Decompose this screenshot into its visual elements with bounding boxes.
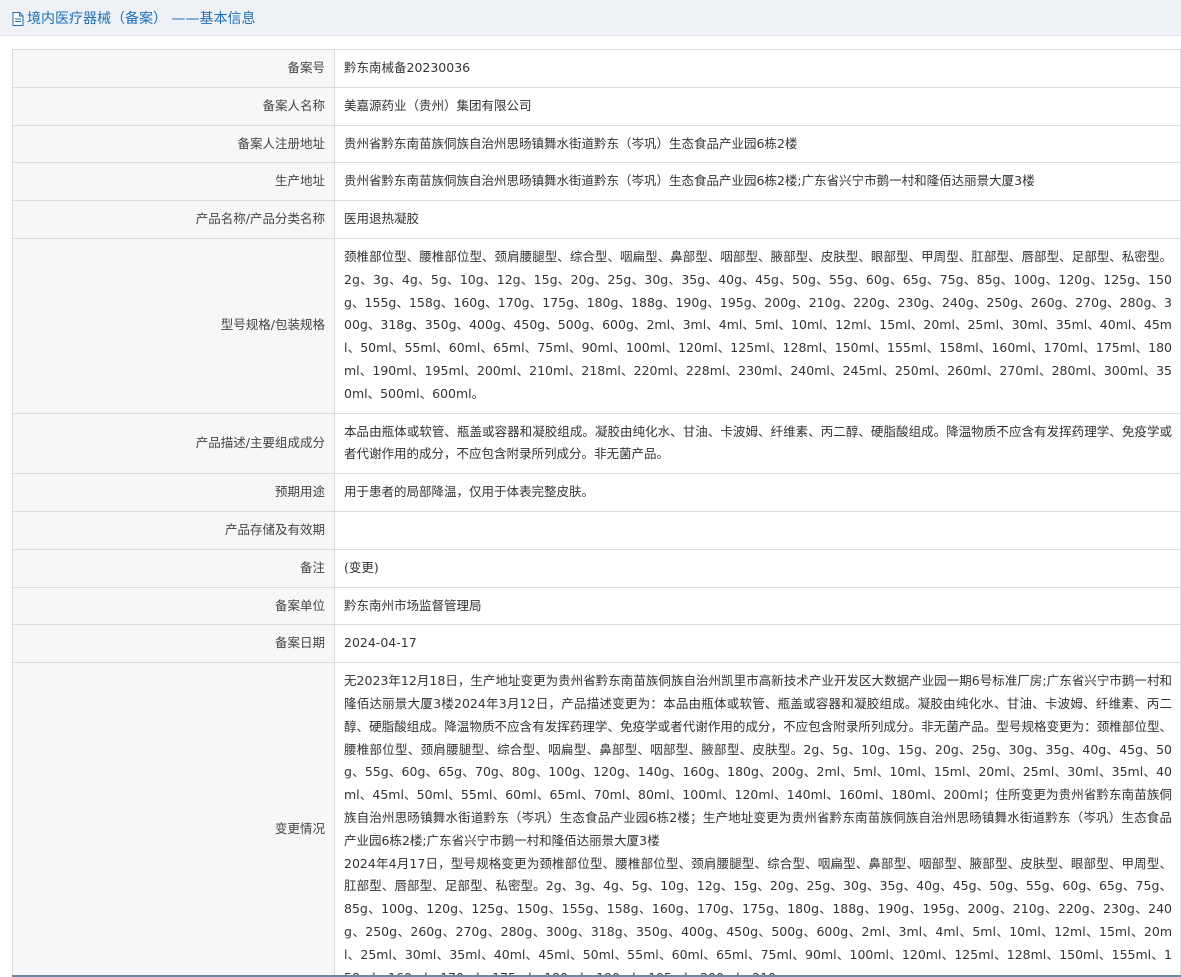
info-table: 备案号 黔东南械备20230036 备案人名称 美嘉源药业（贵州）集团有限公司 … <box>12 49 1181 977</box>
table-row: 备案单位 黔东南州市场监督管理局 <box>12 586 1181 626</box>
row-label: 型号规格/包装规格 <box>12 237 335 414</box>
row-value: 黔东南州市场监督管理局 <box>334 586 1181 626</box>
row-label: 产品存储及有效期 <box>12 510 335 550</box>
row-value: 本品由瓶体或软管、瓶盖或容器和凝胶组成。凝胶由纯化水、甘油、卡波姆、纤维素、丙二… <box>334 412 1181 475</box>
table-row: 产品描述/主要组成成分 本品由瓶体或软管、瓶盖或容器和凝胶组成。凝胶由纯化水、甘… <box>12 412 1181 475</box>
row-label: 产品描述/主要组成成分 <box>12 412 335 475</box>
row-label: 备案人注册地址 <box>12 124 335 164</box>
table-row: 备注 (变更) <box>12 548 1181 588</box>
table-row: 变更情况 无2023年12月18日，生产地址变更为贵州省黔东南苗族侗族自治州凯里… <box>12 662 1181 977</box>
info-panel[interactable]: 备案号 黔东南械备20230036 备案人名称 美嘉源药业（贵州）集团有限公司 … <box>12 49 1181 977</box>
table-row: 产品名称/产品分类名称 医用退热凝胶 <box>12 200 1181 239</box>
page-header: 境内医疗器械（备案） ——基本信息 <box>0 0 1181 36</box>
row-label: 预期用途 <box>12 473 335 512</box>
table-row: 生产地址 贵州省黔东南苗族侗族自治州思旸镇舞水街道黔东（岑巩）生态食品产业园6栋… <box>12 162 1181 202</box>
document-icon <box>12 11 24 26</box>
row-value: 贵州省黔东南苗族侗族自治州思旸镇舞水街道黔东（岑巩）生态食品产业园6栋2楼;广东… <box>334 162 1181 202</box>
changes-value: 无2023年12月18日，生产地址变更为贵州省黔东南苗族侗族自治州凯里市高新技术… <box>334 662 1181 977</box>
table-row: 备案人注册地址 贵州省黔东南苗族侗族自治州思旸镇舞水街道黔东（岑巩）生态食品产业… <box>12 124 1181 164</box>
row-value: 医用退热凝胶 <box>334 200 1181 239</box>
row-label: 产品名称/产品分类名称 <box>12 200 335 239</box>
row-label: 备案日期 <box>12 624 335 664</box>
row-label: 生产地址 <box>12 162 335 202</box>
table-row: 产品存储及有效期 <box>12 510 1181 550</box>
row-value: 美嘉源药业（贵州）集团有限公司 <box>334 86 1181 126</box>
row-label: 备注 <box>12 548 335 588</box>
change-entry: 无2023年12月18日，生产地址变更为贵州省黔东南苗族侗族自治州凯里市高新技术… <box>344 673 1172 848</box>
row-value: 黔东南械备20230036 <box>334 49 1181 88</box>
row-value: (变更) <box>334 548 1181 588</box>
row-label: 备案号 <box>12 49 335 88</box>
table-row: 备案人名称 美嘉源药业（贵州）集团有限公司 <box>12 86 1181 126</box>
row-value: 贵州省黔东南苗族侗族自治州思旸镇舞水街道黔东（岑巩）生态食品产业园6栋2楼 <box>334 124 1181 164</box>
row-label: 备案单位 <box>12 586 335 626</box>
page-title: 境内医疗器械（备案） ——基本信息 <box>27 10 256 27</box>
row-value <box>334 510 1181 550</box>
table-row: 预期用途 用于患者的局部降温，仅用于体表完整皮肤。 <box>12 473 1181 512</box>
row-value: 2024-04-17 <box>334 624 1181 664</box>
row-label: 备案人名称 <box>12 86 335 126</box>
changes-label: 变更情况 <box>12 662 335 975</box>
row-value: 颈椎部位型、腰椎部位型、颈肩腰腿型、综合型、咽扁型、鼻部型、咽部型、腋部型、皮肤… <box>334 237 1181 414</box>
table-row: 备案号 黔东南械备20230036 <box>12 49 1181 88</box>
row-value: 用于患者的局部降温，仅用于体表完整皮肤。 <box>334 473 1181 512</box>
table-row: 备案日期 2024-04-17 <box>12 624 1181 664</box>
change-entry: 2024年4月17日，型号规格变更为颈椎部位型、腰椎部位型、颈肩腰腿型、综合型、… <box>344 855 1172 977</box>
table-row: 型号规格/包装规格 颈椎部位型、腰椎部位型、颈肩腰腿型、综合型、咽扁型、鼻部型、… <box>12 237 1181 414</box>
